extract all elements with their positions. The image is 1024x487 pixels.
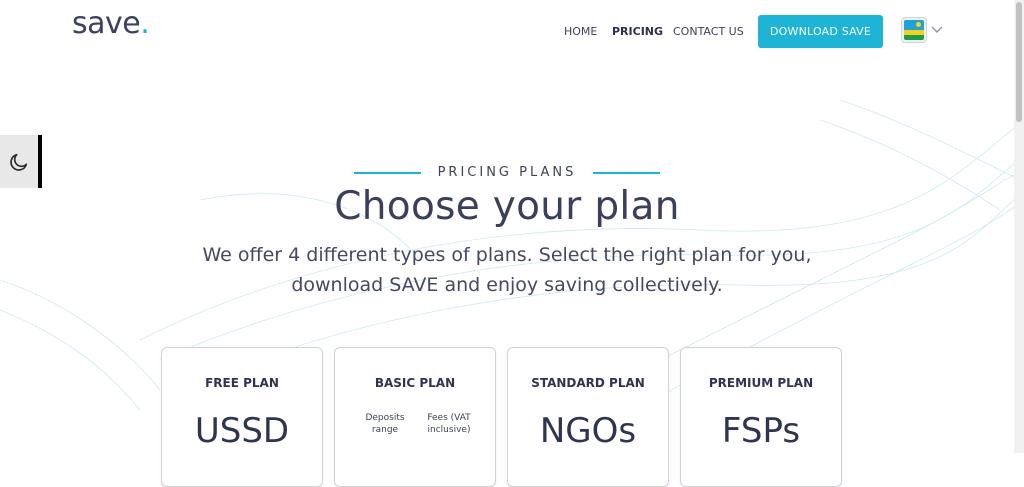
page-title: Choose your plan xyxy=(334,184,680,229)
plan-name: BASIC PLAN xyxy=(374,376,456,390)
plan-card-standard[interactable]: STANDARD PLAN NGOs xyxy=(507,347,669,487)
plan-name: PREMIUM PLAN xyxy=(708,376,814,390)
plan-card-premium[interactable]: PREMIUM PLAN FSPs xyxy=(680,347,842,487)
plan-name: STANDARD PLAN xyxy=(531,376,645,390)
page-scrollbar[interactable] xyxy=(1014,0,1024,453)
section-eyebrow: PRICING PLANS xyxy=(0,165,1014,180)
eyebrow-line-right xyxy=(593,171,661,174)
plan-name: FREE PLAN xyxy=(205,376,279,390)
plan-value: FSPs xyxy=(721,411,801,451)
chevron-down-icon xyxy=(931,26,943,33)
logo[interactable]: save. xyxy=(72,6,150,41)
eyebrow-line-left xyxy=(353,171,421,174)
language-selector[interactable] xyxy=(901,17,943,43)
eyebrow-text: PRICING PLANS xyxy=(437,165,577,180)
nav-home-link[interactable]: HOME xyxy=(564,25,597,38)
logo-text: save xyxy=(72,6,141,41)
page-subtitle: We offer 4 different types of plans. Sel… xyxy=(202,244,812,296)
plan-value: USSD xyxy=(194,411,290,451)
plan-card-basic[interactable]: BASIC PLAN Deposits range Fees (VAT incl… xyxy=(334,347,496,487)
dark-mode-toggle[interactable] xyxy=(0,135,42,188)
rwanda-flag-icon xyxy=(901,17,927,43)
deposits-range-header: Deposits range xyxy=(365,413,405,435)
logo-dot: . xyxy=(140,6,150,41)
fees-header: Fees (VAT inclusive) xyxy=(427,413,471,435)
nav-pricing-link[interactable]: PRICING xyxy=(612,25,663,38)
nav-contact-link[interactable]: CONTACT US xyxy=(673,25,744,38)
plan-card-free[interactable]: FREE PLAN USSD xyxy=(161,347,323,487)
scrollbar-thumb[interactable] xyxy=(1016,2,1022,122)
download-save-button[interactable]: DOWNLOAD SAVE xyxy=(758,15,883,48)
plan-value: NGOs xyxy=(539,411,637,451)
